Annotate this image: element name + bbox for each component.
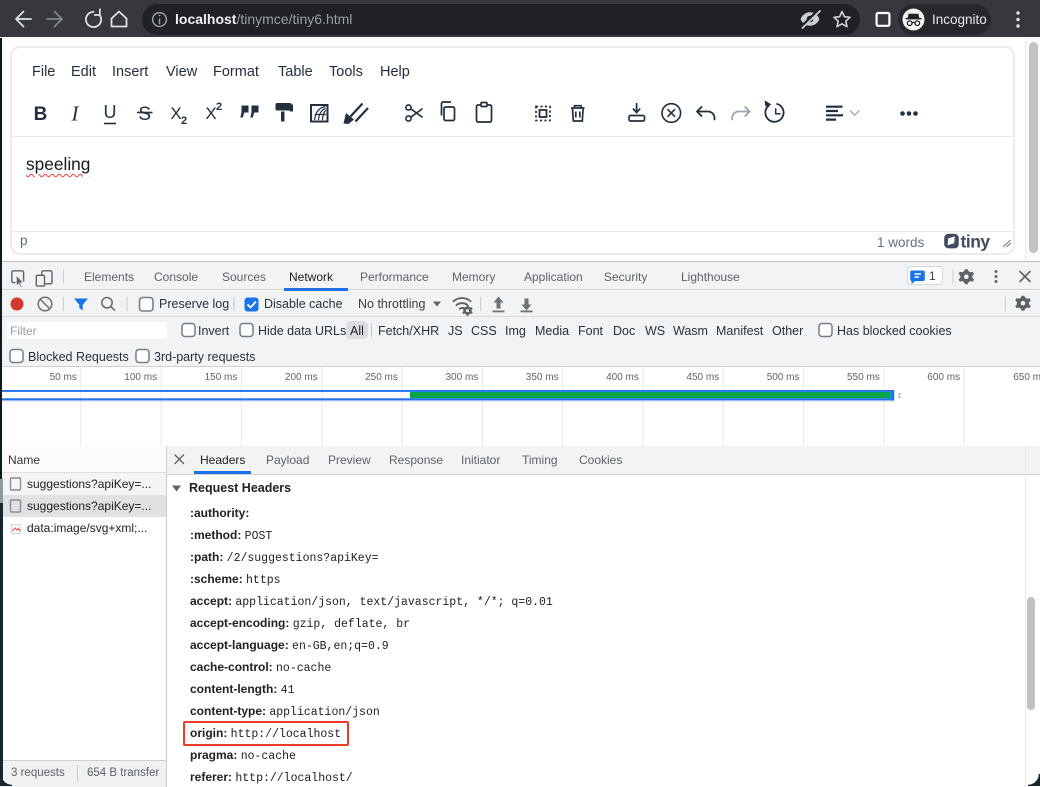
svg-text:U: U (104, 102, 117, 122)
svg-text:550 ms: 550 ms (847, 372, 880, 383)
svg-text:650 ms: 650 ms (1013, 372, 1040, 383)
svg-text:400 ms: 400 ms (606, 372, 639, 383)
svg-text:300 ms: 300 ms (446, 372, 479, 383)
svg-text:250 ms: 250 ms (365, 372, 398, 383)
svg-text:2: 2 (181, 115, 187, 127)
svg-text:500 ms: 500 ms (767, 372, 800, 383)
svg-text:2: 2 (216, 101, 222, 113)
svg-text:50 ms: 50 ms (50, 372, 77, 383)
svg-text:200 ms: 200 ms (285, 372, 318, 383)
svg-text:350 ms: 350 ms (526, 372, 559, 383)
svg-text:B: B (34, 104, 48, 125)
svg-text:150 ms: 150 ms (205, 372, 238, 383)
svg-text:I: I (71, 102, 80, 126)
svg-text:450 ms: 450 ms (686, 372, 719, 383)
svg-text:600 ms: 600 ms (927, 372, 960, 383)
svg-text:tiny: tiny (961, 231, 991, 251)
svg-text:S: S (138, 104, 151, 125)
svg-text:100 ms: 100 ms (124, 372, 157, 383)
